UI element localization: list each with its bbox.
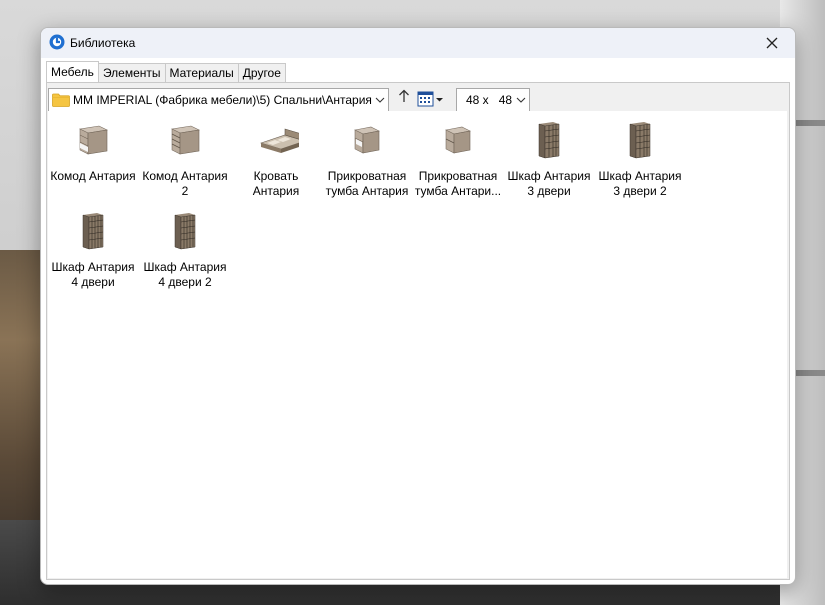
up-folder-button[interactable] xyxy=(396,89,412,109)
library-item[interactable]: Шкаф Антария 4 двери 2 xyxy=(140,202,230,290)
chevron-down-icon xyxy=(513,95,529,106)
dresser-icon xyxy=(171,125,200,155)
library-item[interactable]: Шкаф Антария 3 двери xyxy=(504,111,594,199)
item-label-line1: Прикроватная xyxy=(418,169,498,183)
path-value: MM IMPERIAL (Фабрика мебели)\5) Спальни\… xyxy=(73,93,372,107)
folder-icon xyxy=(52,93,70,107)
item-label-line1: Шкаф Антария xyxy=(51,260,135,274)
size-height: 48 xyxy=(498,93,513,107)
chevron-down-icon xyxy=(372,95,388,106)
tab-panel: MM IMPERIAL (Фабрика мебели)\5) Спальни\… xyxy=(46,82,790,580)
window-title: Библиотека xyxy=(70,36,136,50)
library-item[interactable]: Кровать Антария xyxy=(231,111,321,199)
item-label-line1: Шкаф Антария xyxy=(143,260,227,274)
app-logo-icon xyxy=(49,34,65,50)
thumbnail-size-dropdown[interactable]: 48 x 48 xyxy=(456,88,530,112)
nightstand-icon xyxy=(354,126,380,154)
item-label-line1: Шкаф Антария xyxy=(507,169,591,183)
wardrobe-icon xyxy=(174,213,196,250)
arrow-up-icon xyxy=(399,89,409,102)
library-item[interactable]: Шкаф Антария 3 двери 2 xyxy=(595,111,685,199)
size-width: 48 x xyxy=(466,93,489,107)
item-label-line1: Кровать xyxy=(253,169,299,183)
wardrobe-icon xyxy=(538,122,560,159)
nightstand-icon xyxy=(445,126,471,154)
item-label-line1: Комод Антария xyxy=(50,169,136,183)
item-label-line1: Шкаф Антария xyxy=(598,169,682,183)
library-item[interactable]: Прикроватная тумба Антария xyxy=(322,111,412,199)
item-label-line1: Прикроватная xyxy=(327,169,407,183)
library-item[interactable]: Комод Антария xyxy=(48,111,138,199)
item-label-line1: Комод Антария xyxy=(142,169,228,183)
close-icon xyxy=(766,37,778,49)
dresser-icon xyxy=(79,125,108,155)
toolbar: MM IMPERIAL (Фабрика мебели)\5) Спальни\… xyxy=(47,88,787,112)
path-dropdown[interactable]: MM IMPERIAL (Фабрика мебели)\5) Спальни\… xyxy=(48,88,389,112)
tab-materials[interactable]: Материалы xyxy=(164,63,239,82)
title-bar[interactable]: Библиотека xyxy=(41,28,795,58)
library-item[interactable]: Прикроватная тумба Антари... xyxy=(413,111,503,199)
wardrobe-icon xyxy=(629,122,651,159)
library-item[interactable]: Комод Антария 2 xyxy=(140,111,230,199)
view-mode-button[interactable] xyxy=(417,90,445,108)
item-label-line2: тумба Антари... xyxy=(414,184,502,198)
grid-view-icon xyxy=(417,91,443,107)
tab-furniture[interactable]: Мебель xyxy=(46,61,99,82)
tab-other[interactable]: Другое xyxy=(237,63,286,82)
category-tabs: Мебель Элементы Материалы Другое xyxy=(46,61,286,82)
item-label-line2: 3 двери 2 xyxy=(613,184,667,198)
tab-elements[interactable]: Элементы xyxy=(97,63,166,82)
items-view: Комод Антария Комод Антария 2 Кровать Ан… xyxy=(48,111,787,578)
item-label-line2: тумба Антария xyxy=(325,184,409,198)
item-label-line2: 2 xyxy=(181,184,189,198)
library-window: Библиотека Мебель Элементы Материалы Дру… xyxy=(40,27,796,585)
bed-icon xyxy=(260,128,299,153)
library-item[interactable]: Шкаф Антария 4 двери xyxy=(48,202,138,290)
item-label-line2: 3 двери xyxy=(527,184,571,198)
wardrobe-icon xyxy=(82,213,104,250)
item-label-line2: 4 двери xyxy=(71,275,115,289)
item-label-line2: Антария xyxy=(252,184,300,198)
item-label-line2: 4 двери 2 xyxy=(158,275,212,289)
close-button[interactable] xyxy=(749,28,795,58)
